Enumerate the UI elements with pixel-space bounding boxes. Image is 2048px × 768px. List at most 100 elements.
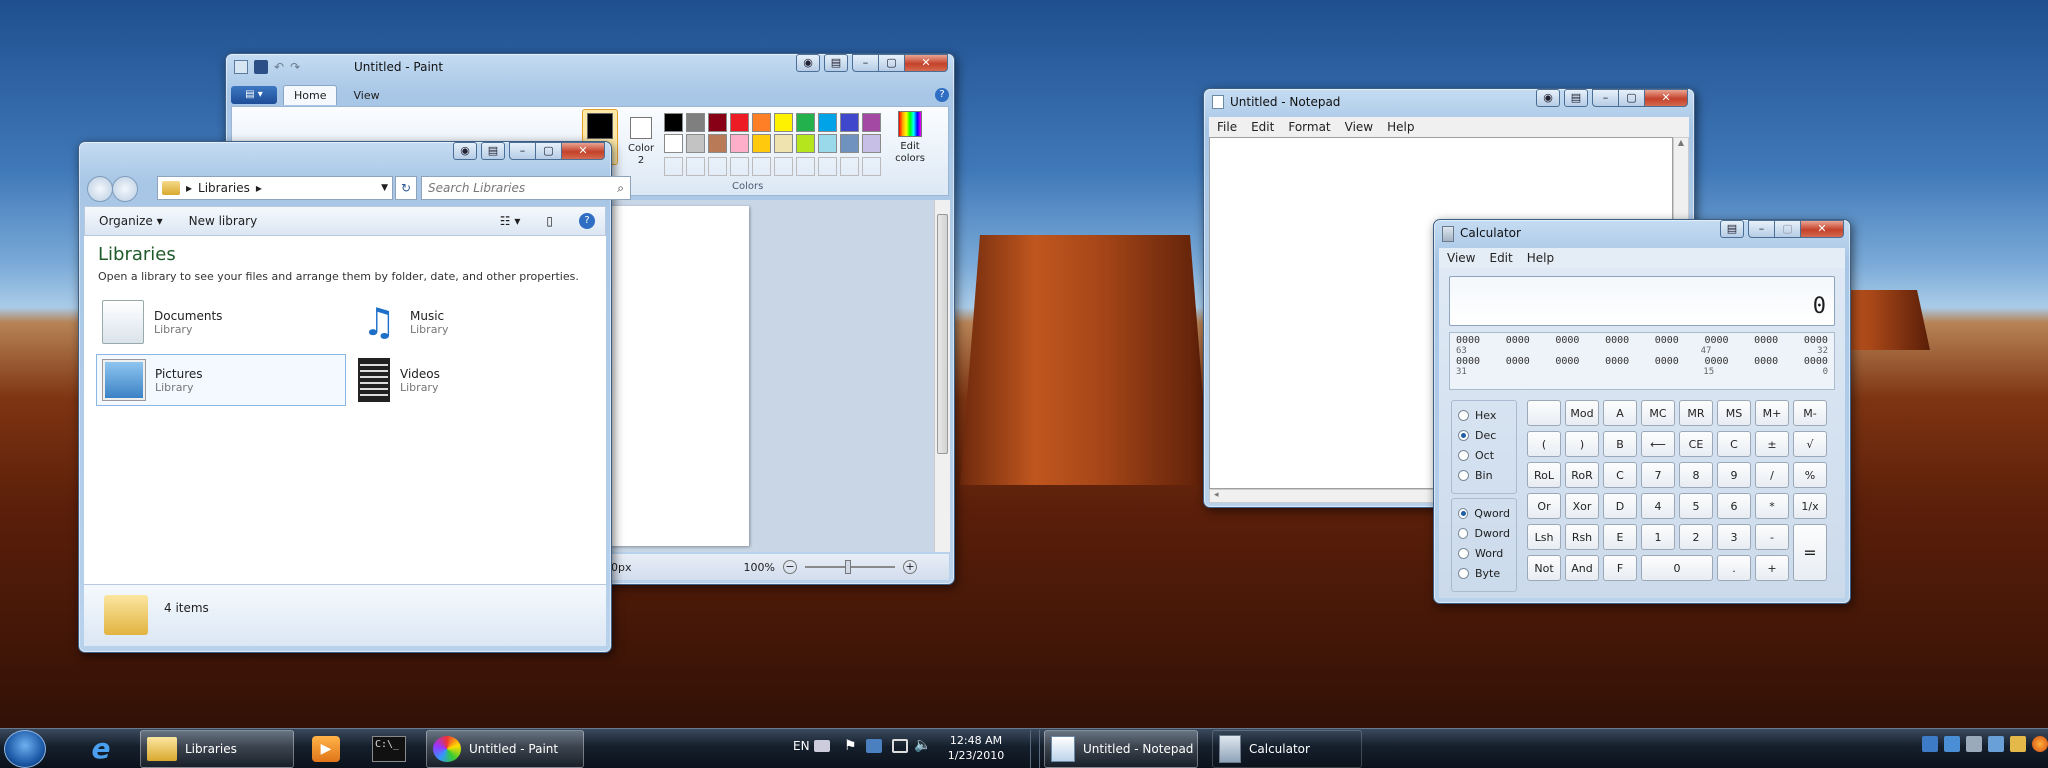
calc-key[interactable]: ± xyxy=(1755,431,1789,457)
undo-icon[interactable]: ↶ xyxy=(274,60,284,74)
calculator-menu-edit[interactable]: Edit xyxy=(1489,251,1512,265)
notepad-minimize-button[interactable]: – xyxy=(1592,89,1618,107)
library-item-documents[interactable]: Documents Library xyxy=(96,296,344,348)
explorer-close-button[interactable]: ✕ xyxy=(561,142,605,160)
calc-key[interactable]: ⟵ xyxy=(1641,431,1675,457)
notepad-maximize-button[interactable]: ▢ xyxy=(1618,89,1644,107)
calc-key[interactable]: / xyxy=(1755,462,1789,488)
network-icon[interactable] xyxy=(892,739,908,753)
color-swatch[interactable] xyxy=(796,113,815,132)
calc-key[interactable]: 7 xyxy=(1641,462,1675,488)
calc-key[interactable]: . xyxy=(1717,555,1751,581)
notepad-close-button[interactable]: ✕ xyxy=(1644,89,1688,107)
taskbar-paint[interactable]: Untitled - Paint xyxy=(426,730,584,768)
view-options-icon[interactable]: ☷ ▾ xyxy=(500,214,521,228)
library-item-videos[interactable]: Videos Library xyxy=(352,354,600,406)
start-button[interactable] xyxy=(4,730,46,768)
tab-home[interactable]: Home xyxy=(283,85,338,105)
notepad-menu-edit[interactable]: Edit xyxy=(1251,120,1274,134)
calc-key[interactable]: C xyxy=(1603,462,1637,488)
calc-key[interactable]: C xyxy=(1717,431,1751,457)
notepad-menu-help[interactable]: Help xyxy=(1387,120,1414,134)
search-icon[interactable]: ⌕ xyxy=(617,181,624,196)
paint-vscroll[interactable] xyxy=(934,200,950,552)
calc-key[interactable]: Not xyxy=(1527,555,1561,581)
paint-minimize-button[interactable]: – xyxy=(852,54,878,72)
calc-key[interactable]: M- xyxy=(1793,400,1827,426)
paint-menu-button[interactable]: ▤ ▾ xyxy=(231,86,277,104)
redo-icon[interactable]: ↷ xyxy=(290,60,300,74)
color-swatch[interactable] xyxy=(686,113,705,132)
explorer-window[interactable]: ◉ ▤ – ▢ ✕ ▸ Libraries ▸ ▼ ↻ Search Librari… xyxy=(78,141,631,653)
color-swatch[interactable] xyxy=(708,113,727,132)
notepad-extra-button-2[interactable]: ▤ xyxy=(1564,89,1588,107)
display-icon[interactable] xyxy=(1944,736,1960,752)
calc-key[interactable]: Mod xyxy=(1565,400,1599,426)
calc-key[interactable]: Or xyxy=(1527,493,1561,519)
color-swatch[interactable] xyxy=(708,134,727,153)
organize-button[interactable]: Organize ▾ xyxy=(99,214,163,228)
address-bar[interactable]: ▸ Libraries ▸ ▼ xyxy=(157,176,393,200)
calc-key[interactable]: 4 xyxy=(1641,493,1675,519)
refresh-button[interactable]: ↻ xyxy=(395,176,417,200)
paint-extra-button-2[interactable]: ▤ xyxy=(824,54,848,72)
pen-icon[interactable] xyxy=(1922,736,1938,752)
help-icon[interactable]: ? xyxy=(935,88,949,102)
base-radio-hex[interactable]: Hex xyxy=(1458,405,1510,425)
command-prompt-icon[interactable]: C:\_ xyxy=(372,736,406,762)
taskbar-calculator[interactable]: Calculator xyxy=(1212,730,1362,768)
notepad-menu-file[interactable]: File xyxy=(1217,120,1237,134)
notepad-menu-format[interactable]: Format xyxy=(1288,120,1330,134)
color-swatch[interactable] xyxy=(818,134,837,153)
color-swatch[interactable] xyxy=(752,134,771,153)
calculator-window[interactable]: Calculator ▤ – ▢ ✕ View Edit Help 0 0000 00… xyxy=(1433,219,1851,604)
notepad-extra-button-1[interactable]: ◉ xyxy=(1536,89,1560,107)
folder-icon[interactable] xyxy=(2010,736,2026,752)
taskbar-libraries[interactable]: Libraries xyxy=(140,730,294,768)
zoom-out-button[interactable]: − xyxy=(782,560,797,574)
base-radio-bin[interactable]: Bin xyxy=(1458,465,1510,485)
color-swatch[interactable] xyxy=(686,134,705,153)
color-swatch[interactable] xyxy=(862,134,881,153)
calc-key[interactable]: √ xyxy=(1793,431,1827,457)
back-button[interactable] xyxy=(87,176,113,202)
media-player-icon[interactable]: ▶ xyxy=(312,736,340,762)
calc-key[interactable]: 2 xyxy=(1679,524,1713,550)
tab-view[interactable]: View xyxy=(343,86,389,105)
calc-key[interactable]: B xyxy=(1603,431,1637,457)
paint-maximize-button[interactable]: ▢ xyxy=(878,54,904,72)
mail-icon[interactable] xyxy=(1988,736,2004,752)
color-swatch[interactable] xyxy=(664,113,683,132)
color-swatch[interactable] xyxy=(862,113,881,132)
color-swatch[interactable] xyxy=(774,113,793,132)
calculator-minimize-button[interactable]: – xyxy=(1748,220,1774,238)
color-swatch[interactable] xyxy=(818,113,837,132)
word-radio-byte[interactable]: Byte xyxy=(1458,563,1510,583)
library-item-pictures[interactable]: Pictures Library xyxy=(96,354,346,406)
library-item-music[interactable]: ♫ Music Library xyxy=(352,296,600,348)
zoom-slider[interactable] xyxy=(804,560,895,574)
calc-key[interactable]: ( xyxy=(1527,431,1561,457)
calc-key[interactable]: Rsh xyxy=(1565,524,1599,550)
calculator-extra-button[interactable]: ▤ xyxy=(1720,220,1744,238)
calc-key[interactable]: 6 xyxy=(1717,493,1751,519)
calculator-menu-view[interactable]: View xyxy=(1447,251,1475,265)
calc-key[interactable]: A xyxy=(1603,400,1637,426)
color-swatch[interactable] xyxy=(730,113,749,132)
calculator-menu-help[interactable]: Help xyxy=(1527,251,1554,265)
calc-key[interactable]: + xyxy=(1755,555,1789,581)
calc-key[interactable]: 8 xyxy=(1679,462,1713,488)
word-radio-qword[interactable]: Qword xyxy=(1458,503,1510,523)
firefox-icon[interactable] xyxy=(2032,736,2048,752)
zoom-in-button[interactable]: + xyxy=(902,560,917,574)
calc-key[interactable]: Lsh xyxy=(1527,524,1561,550)
address-dropdown-icon[interactable]: ▼ xyxy=(381,183,388,193)
calc-key[interactable]: CE xyxy=(1679,431,1713,457)
sync-icon[interactable] xyxy=(866,739,882,753)
notepad-menu-view[interactable]: View xyxy=(1345,120,1373,134)
explorer-maximize-button[interactable]: ▢ xyxy=(535,142,561,160)
calc-key[interactable]: M+ xyxy=(1755,400,1789,426)
calc-key[interactable]: And xyxy=(1565,555,1599,581)
calc-key[interactable]: = xyxy=(1793,524,1827,581)
color-swatch[interactable] xyxy=(664,134,683,153)
